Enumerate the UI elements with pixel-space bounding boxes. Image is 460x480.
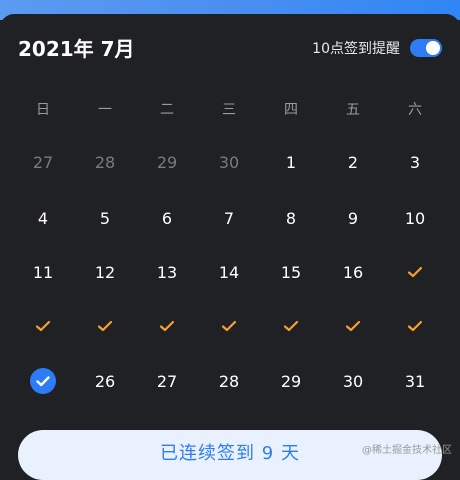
day-cell[interactable]: 30	[322, 365, 384, 397]
day-cell[interactable]: 15	[260, 256, 322, 288]
day-number: 29	[280, 371, 302, 391]
check-icon	[159, 320, 175, 332]
day-number: 7	[223, 208, 235, 228]
day-number: 31	[404, 371, 426, 391]
weekday-sun: 日	[36, 102, 50, 118]
month-title: 2021年 7月	[18, 37, 135, 61]
day-number: 5	[99, 208, 111, 228]
day-cell-checked[interactable]	[74, 310, 136, 342]
day-number: 12	[94, 262, 116, 282]
day-cell[interactable]: 29	[136, 146, 198, 178]
day-number: 9	[347, 208, 359, 228]
reminder-toggle-row[interactable]: 10点签到提醒	[312, 38, 442, 58]
day-cell[interactable]: 26	[74, 365, 136, 397]
watermark: @稀土掘金技术社区	[362, 445, 452, 456]
day-cell-checked[interactable]	[384, 310, 446, 342]
calendar-week-row	[12, 310, 446, 342]
day-cell[interactable]: 2	[322, 146, 384, 178]
day-number: 28	[218, 371, 240, 391]
check-icon	[221, 320, 237, 332]
day-number: 27	[32, 152, 54, 172]
day-number: 14	[218, 262, 240, 282]
sign-in-calendar-card	[0, 14, 460, 474]
check-icon	[407, 320, 423, 332]
day-cell-today[interactable]	[12, 365, 74, 397]
day-number: 11	[32, 262, 54, 282]
day-cell-checked[interactable]	[384, 256, 446, 288]
streak-label: 已连续签到 9 天	[160, 443, 300, 464]
day-number: 26	[94, 371, 116, 391]
calendar-week-row: 26 27 28 29 30 31	[12, 365, 446, 397]
day-number: 16	[342, 262, 364, 282]
day-cell[interactable]: 27	[136, 365, 198, 397]
day-number: 1	[285, 152, 297, 172]
day-cell[interactable]: 31	[384, 365, 446, 397]
day-number: 30	[342, 371, 364, 391]
weekday-mon: 一	[98, 102, 112, 118]
today-marker	[30, 368, 56, 394]
day-number: 10	[404, 208, 426, 228]
day-number: 29	[156, 152, 178, 172]
day-cell-checked[interactable]	[322, 310, 384, 342]
weekday-tue: 二	[160, 102, 174, 118]
calendar-week-row: 27 28 29 30 1 2 3	[12, 146, 446, 178]
reminder-toggle[interactable]	[410, 39, 442, 57]
day-cell[interactable]: 4	[12, 202, 74, 234]
day-number: 3	[409, 152, 421, 172]
check-icon	[283, 320, 299, 332]
day-cell-checked[interactable]	[12, 310, 74, 342]
day-cell[interactable]: 29	[260, 365, 322, 397]
calendar-week-row: 4 5 6 7 8 9 10	[12, 202, 446, 234]
day-cell-checked[interactable]	[136, 310, 198, 342]
check-icon	[36, 376, 50, 387]
reminder-label: 10点签到提醒	[312, 41, 400, 57]
day-number: 27	[156, 371, 178, 391]
day-cell-checked[interactable]	[260, 310, 322, 342]
day-cell[interactable]: 14	[198, 256, 260, 288]
weekday-fri: 五	[346, 102, 360, 118]
day-cell[interactable]: 28	[198, 365, 260, 397]
day-cell[interactable]: 3	[384, 146, 446, 178]
day-cell[interactable]: 28	[74, 146, 136, 178]
day-number: 2	[347, 152, 359, 172]
day-cell-checked[interactable]	[198, 310, 260, 342]
check-icon	[35, 320, 51, 332]
check-icon	[407, 266, 423, 278]
day-cell[interactable]: 11	[12, 256, 74, 288]
day-cell[interactable]: 16	[322, 256, 384, 288]
weekday-sat: 六	[408, 102, 422, 118]
day-cell[interactable]: 6	[136, 202, 198, 234]
day-cell[interactable]: 10	[384, 202, 446, 234]
day-cell[interactable]: 12	[74, 256, 136, 288]
day-cell[interactable]: 27	[12, 146, 74, 178]
day-cell[interactable]: 8	[260, 202, 322, 234]
day-number: 8	[285, 208, 297, 228]
calendar-week-row: 11 12 13 14 15 16	[12, 256, 446, 288]
day-cell[interactable]: 9	[322, 202, 384, 234]
day-number: 15	[280, 262, 302, 282]
check-icon	[97, 320, 113, 332]
day-number: 13	[156, 262, 178, 282]
check-icon	[345, 320, 361, 332]
weekday-thu: 四	[284, 102, 298, 118]
day-cell[interactable]: 13	[136, 256, 198, 288]
day-cell[interactable]: 7	[198, 202, 260, 234]
day-cell[interactable]: 30	[198, 146, 260, 178]
day-cell[interactable]: 1	[260, 146, 322, 178]
weekday-header: 日 一 二 三 四 五 六	[12, 100, 446, 120]
day-cell[interactable]: 5	[74, 202, 136, 234]
weekday-wed: 三	[222, 102, 236, 118]
day-number: 28	[94, 152, 116, 172]
day-number: 6	[161, 208, 173, 228]
day-number: 30	[218, 152, 240, 172]
toggle-knob	[426, 41, 440, 55]
day-number: 4	[37, 208, 49, 228]
